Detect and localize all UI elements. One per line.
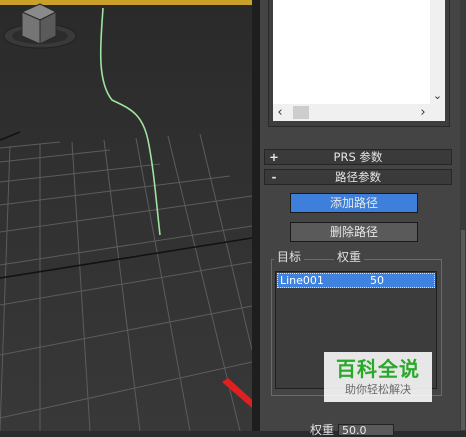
listbox-vertical-scrollbar[interactable]: ⌄: [430, 0, 445, 104]
upper-listbox[interactable]: ⌄ ‹ ›: [268, 0, 450, 127]
chevron-left-icon[interactable]: ‹: [273, 104, 287, 121]
weight-spinner-label: 权重: [310, 423, 335, 437]
listbox-horizontal-scrollbar[interactable]: ‹ ›: [273, 104, 430, 121]
delete-path-button[interactable]: 删除路径: [290, 222, 418, 242]
weight-spinner-input[interactable]: 50.0: [338, 424, 394, 436]
watermark: 百科全说 助你轻松解决: [324, 352, 432, 402]
chevron-right-icon[interactable]: ›: [416, 104, 430, 121]
rollout-title: PRS 参数: [333, 150, 383, 164]
weight-column-label: 权重: [334, 250, 365, 264]
watermark-subtitle: 助你轻松解决: [345, 383, 411, 396]
watermark-title: 百科全说: [336, 357, 420, 381]
red-annotation-arrow: [222, 378, 252, 408]
rollout-prs-params[interactable]: + PRS 参数: [264, 149, 452, 165]
viewport-perspective[interactable]: [0, 0, 252, 431]
target-column-label: 目标: [274, 250, 305, 264]
view-cube-icon[interactable]: [0, 0, 80, 70]
hscroll-thumb[interactable]: [293, 106, 309, 119]
add-path-button[interactable]: 添加路径: [290, 193, 418, 213]
panel-divider: [252, 0, 260, 431]
rollout-path-params[interactable]: - 路径参数: [264, 169, 452, 185]
list-item[interactable]: Line001 50: [277, 273, 435, 288]
listbox-content[interactable]: [273, 0, 430, 104]
path-line[interactable]: [99, 7, 161, 236]
panel-scrollbar[interactable]: [460, 0, 466, 431]
target-weight: 50: [370, 274, 384, 287]
chevron-down-icon[interactable]: ⌄: [430, 90, 445, 102]
scrollbar-corner: [430, 104, 445, 121]
target-name: Line001: [280, 274, 324, 287]
rollout-title: 路径参数: [335, 170, 381, 184]
panel-scroll-thumb[interactable]: [461, 230, 465, 430]
